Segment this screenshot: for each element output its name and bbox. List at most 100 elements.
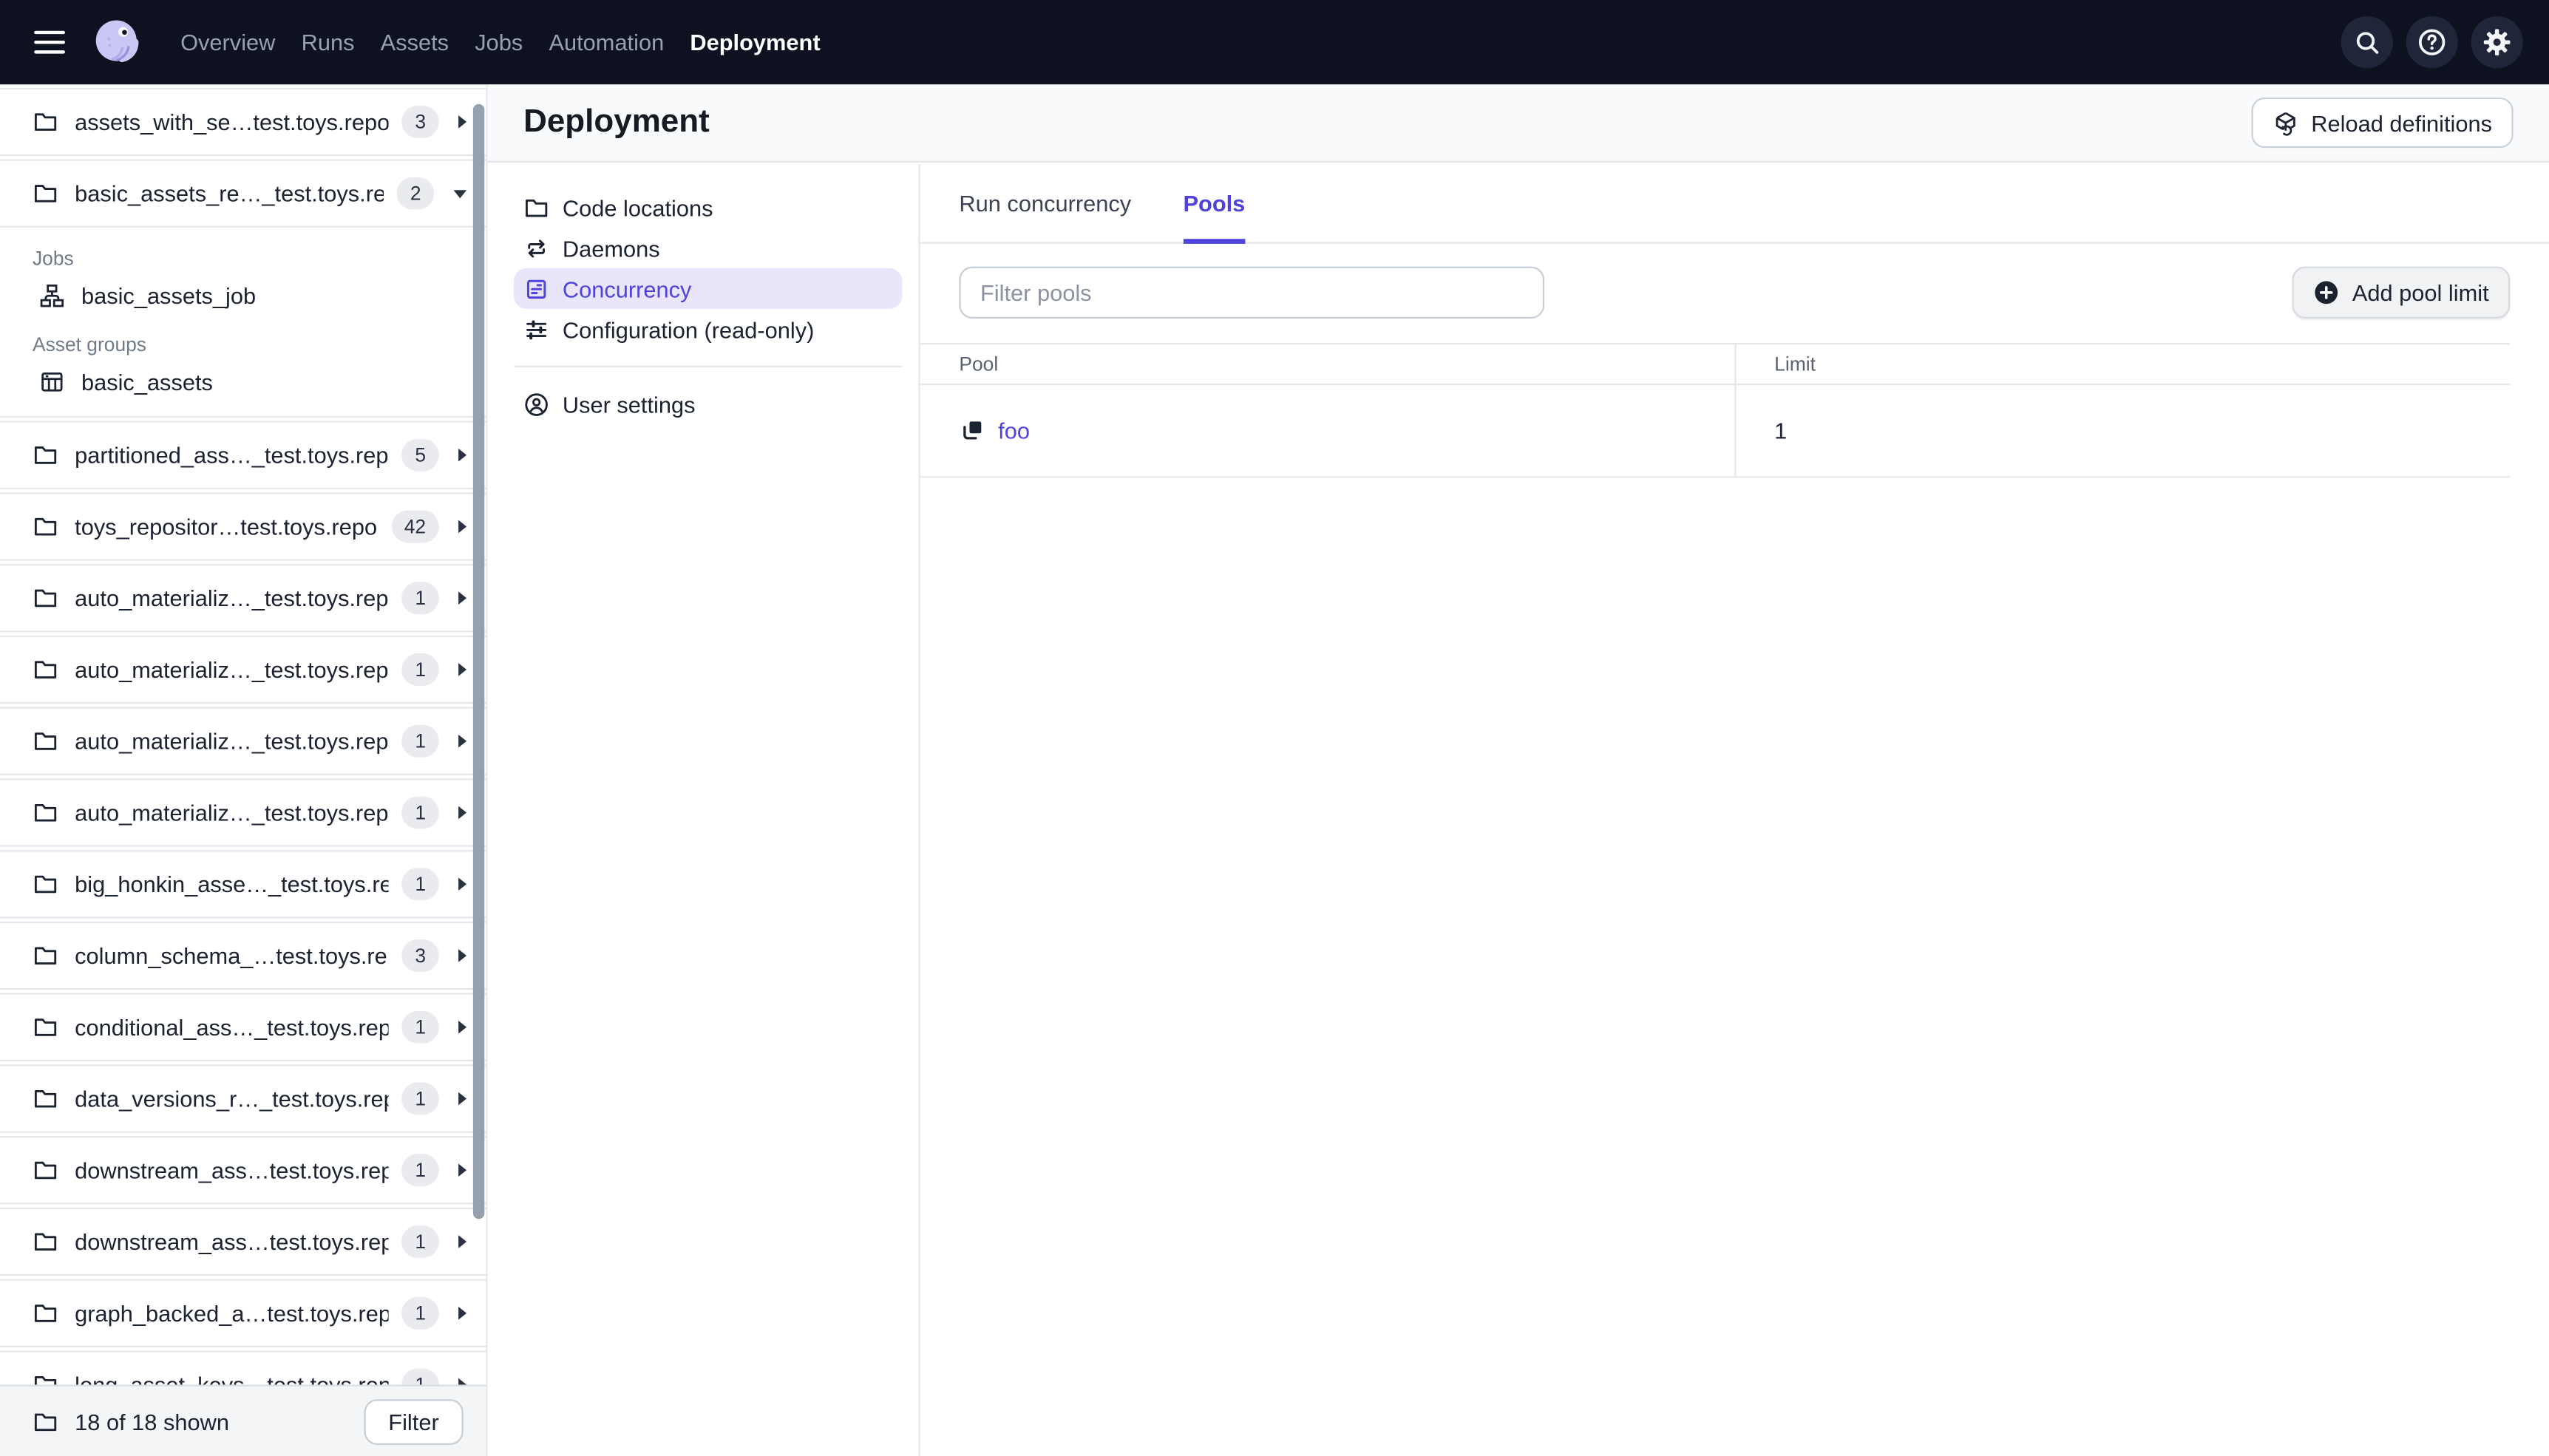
expand-chevron-icon[interactable] xyxy=(458,1306,467,1320)
nav-item-deployment[interactable]: Deployment xyxy=(690,23,820,62)
sidebar-repo-row[interactable]: long_asset_keys…test.toys.rep 1 xyxy=(0,1350,486,1385)
sidebar-repo-row[interactable]: auto_materializ…_test.toys.repo 1 xyxy=(0,778,486,847)
repo-name: auto_materializ…_test.toys.repo xyxy=(75,728,390,755)
subnav-divider xyxy=(513,365,903,367)
sidebar-repo-row[interactable]: downstream_ass…test.toys.rep 1 xyxy=(0,1136,486,1205)
folder-icon xyxy=(33,942,58,968)
sidebar-footer: 18 of 18 shown Filter xyxy=(0,1384,486,1456)
sidebar-repo-block: partitioned_ass…_test.toys.rep 5 xyxy=(0,421,486,489)
add-pool-limit-button[interactable]: Add pool limit xyxy=(2292,266,2511,319)
sidebar-section-label: Jobs xyxy=(32,247,74,271)
nav-item-jobs[interactable]: Jobs xyxy=(475,23,523,62)
sidebar-item-basic_assets_job[interactable]: basic_assets_job xyxy=(0,275,486,317)
expand-chevron-icon[interactable] xyxy=(458,806,467,820)
repo-count-badge: 1 xyxy=(401,653,439,686)
expand-chevron-icon[interactable] xyxy=(458,663,467,676)
sidebar-repo-block: long_asset_keys…test.toys.rep 1 xyxy=(0,1350,486,1385)
search-button[interactable] xyxy=(2341,16,2393,69)
pools-table-body: foo 1 xyxy=(920,384,2511,478)
expand-chevron-icon[interactable] xyxy=(458,949,467,962)
sidebar-scrollbar[interactable] xyxy=(472,103,485,1219)
repo-name: auto_materializ…_test.toys.repo xyxy=(75,799,390,826)
expand-chevron-icon[interactable] xyxy=(453,189,467,198)
subnav-item-daemons[interactable]: Daemons xyxy=(514,228,903,268)
repo-name: big_honkin_asse…_test.toys.rep xyxy=(75,871,390,897)
nav-item-automation[interactable]: Automation xyxy=(549,23,664,62)
subnav-item-user-settings[interactable]: User settings xyxy=(514,384,903,424)
expand-chevron-icon[interactable] xyxy=(458,1235,467,1248)
expand-chevron-icon[interactable] xyxy=(458,1092,467,1106)
folder-icon xyxy=(33,728,58,754)
sidebar-repo-block: basic_assets_re…_test.toys.rep 2 Jobs bas… xyxy=(0,159,486,418)
sidebar-repo-row[interactable]: partitioned_ass…_test.toys.rep 5 xyxy=(0,421,486,489)
folder-icon xyxy=(33,871,58,897)
dagster-logo-icon[interactable] xyxy=(89,16,143,69)
daemons-icon xyxy=(523,235,549,261)
reload-definitions-button[interactable]: Reload definitions xyxy=(2250,97,2514,149)
sidebar-repo-row[interactable]: toys_repositor…test.toys.repo 42 xyxy=(0,492,486,561)
repo-name: column_schema_…test.toys.rep xyxy=(75,942,390,969)
concurrency-icon xyxy=(523,276,549,302)
expand-chevron-icon[interactable] xyxy=(458,1163,467,1177)
add-pool-limit-label: Add pool limit xyxy=(2352,279,2489,306)
expand-chevron-icon[interactable] xyxy=(458,520,467,534)
navbar-actions xyxy=(2341,16,2523,69)
pool-table-row: foo 1 xyxy=(920,384,2511,478)
sidebar-filter-button[interactable]: Filter xyxy=(364,1398,464,1444)
sidebar-repo-row[interactable]: column_schema_…test.toys.rep 3 xyxy=(0,921,486,990)
sidebar-repo-row[interactable]: data_versions_r…_test.toys.rep 1 xyxy=(0,1064,486,1133)
folder-icon xyxy=(33,1014,58,1040)
expand-chevron-icon[interactable] xyxy=(458,734,467,748)
sidebar-repo-row[interactable]: big_honkin_asse…_test.toys.rep 1 xyxy=(0,850,486,919)
tab-pools[interactable]: Pools xyxy=(1183,164,1246,244)
tab-run-concurrency[interactable]: Run concurrency xyxy=(959,164,1131,242)
hamburger-menu-icon[interactable] xyxy=(34,30,65,54)
pool-name-link[interactable]: foo xyxy=(998,418,1030,443)
job-icon xyxy=(39,283,65,309)
sidebar-repo-block: big_honkin_asse…_test.toys.rep 1 xyxy=(0,850,486,919)
subnav-label: Configuration (read-only) xyxy=(562,316,815,342)
filter-pools-input[interactable] xyxy=(959,266,1545,319)
expand-chevron-icon[interactable] xyxy=(458,115,467,129)
asset-group-icon xyxy=(39,369,65,395)
sidebar-repo-row[interactable]: basic_assets_re…_test.toys.rep 2 xyxy=(0,159,486,228)
repo-name: long_asset_keys…test.toys.rep xyxy=(75,1372,389,1385)
user-icon xyxy=(523,391,549,417)
pools-table: Pool Limit foo 1 xyxy=(920,342,2511,478)
subnav-item-configuration[interactable]: Configuration (read-only) xyxy=(514,309,903,350)
sidebar-repo-row[interactable]: conditional_ass…_test.toys.repo 1 xyxy=(0,993,486,1061)
repo-count-badge: 3 xyxy=(401,105,439,138)
repo-count-badge: 1 xyxy=(401,1010,439,1044)
sidebar-repo-block: downstream_ass…test.toys.rep 1 xyxy=(0,1207,486,1276)
nav-item-overview[interactable]: Overview xyxy=(180,23,275,62)
subnav-item-code-locations[interactable]: Code locations xyxy=(514,187,903,228)
expand-chevron-icon[interactable] xyxy=(458,448,467,462)
repo-name: graph_backed_a…test.toys.repo xyxy=(75,1300,390,1327)
pool-limit-cell: 1 xyxy=(1734,384,2511,478)
nav-item-runs[interactable]: Runs xyxy=(302,23,355,62)
reload-cube-icon xyxy=(2273,109,2298,135)
sidebar-repo-row[interactable]: graph_backed_a…test.toys.repo 1 xyxy=(0,1279,486,1347)
sidebar-repo-row[interactable]: auto_materializ…_test.toys.repo 1 xyxy=(0,635,486,704)
expand-chevron-icon[interactable] xyxy=(458,877,467,891)
nav-item-assets[interactable]: Assets xyxy=(381,23,449,62)
sidebar-repo-row[interactable]: downstream_ass…test.toys.rep 1 xyxy=(0,1207,486,1276)
expand-chevron-icon[interactable] xyxy=(458,1378,467,1385)
expand-chevron-icon[interactable] xyxy=(458,591,467,605)
sidebar-repo-row[interactable]: auto_materializ…_test.toys.repo 1 xyxy=(0,564,486,633)
sidebar-repo-row[interactable]: assets_with_se…test.toys.repo 3 xyxy=(0,87,486,157)
settings-button[interactable] xyxy=(2471,16,2523,69)
help-button[interactable] xyxy=(2406,16,2458,69)
sidebar-repo-block: column_schema_…test.toys.rep 3 xyxy=(0,921,486,990)
sidebar-item-basic_assets[interactable]: basic_assets xyxy=(0,361,486,403)
folder-icon xyxy=(33,800,58,826)
expand-chevron-icon[interactable] xyxy=(458,1020,467,1034)
repo-count-badge: 1 xyxy=(401,724,439,758)
sidebar-repo-row[interactable]: auto_materializ…_test.toys.repo 1 xyxy=(0,707,486,775)
folder-icon xyxy=(33,180,58,206)
repo-name: partitioned_ass…_test.toys.rep xyxy=(75,442,389,469)
subnav-item-concurrency[interactable]: Concurrency xyxy=(513,268,903,309)
repo-count-badge: 1 xyxy=(401,1296,439,1330)
sidebar-item-label: basic_assets xyxy=(81,369,213,395)
sidebar-repo-block: auto_materializ…_test.toys.repo 1 xyxy=(0,564,486,633)
